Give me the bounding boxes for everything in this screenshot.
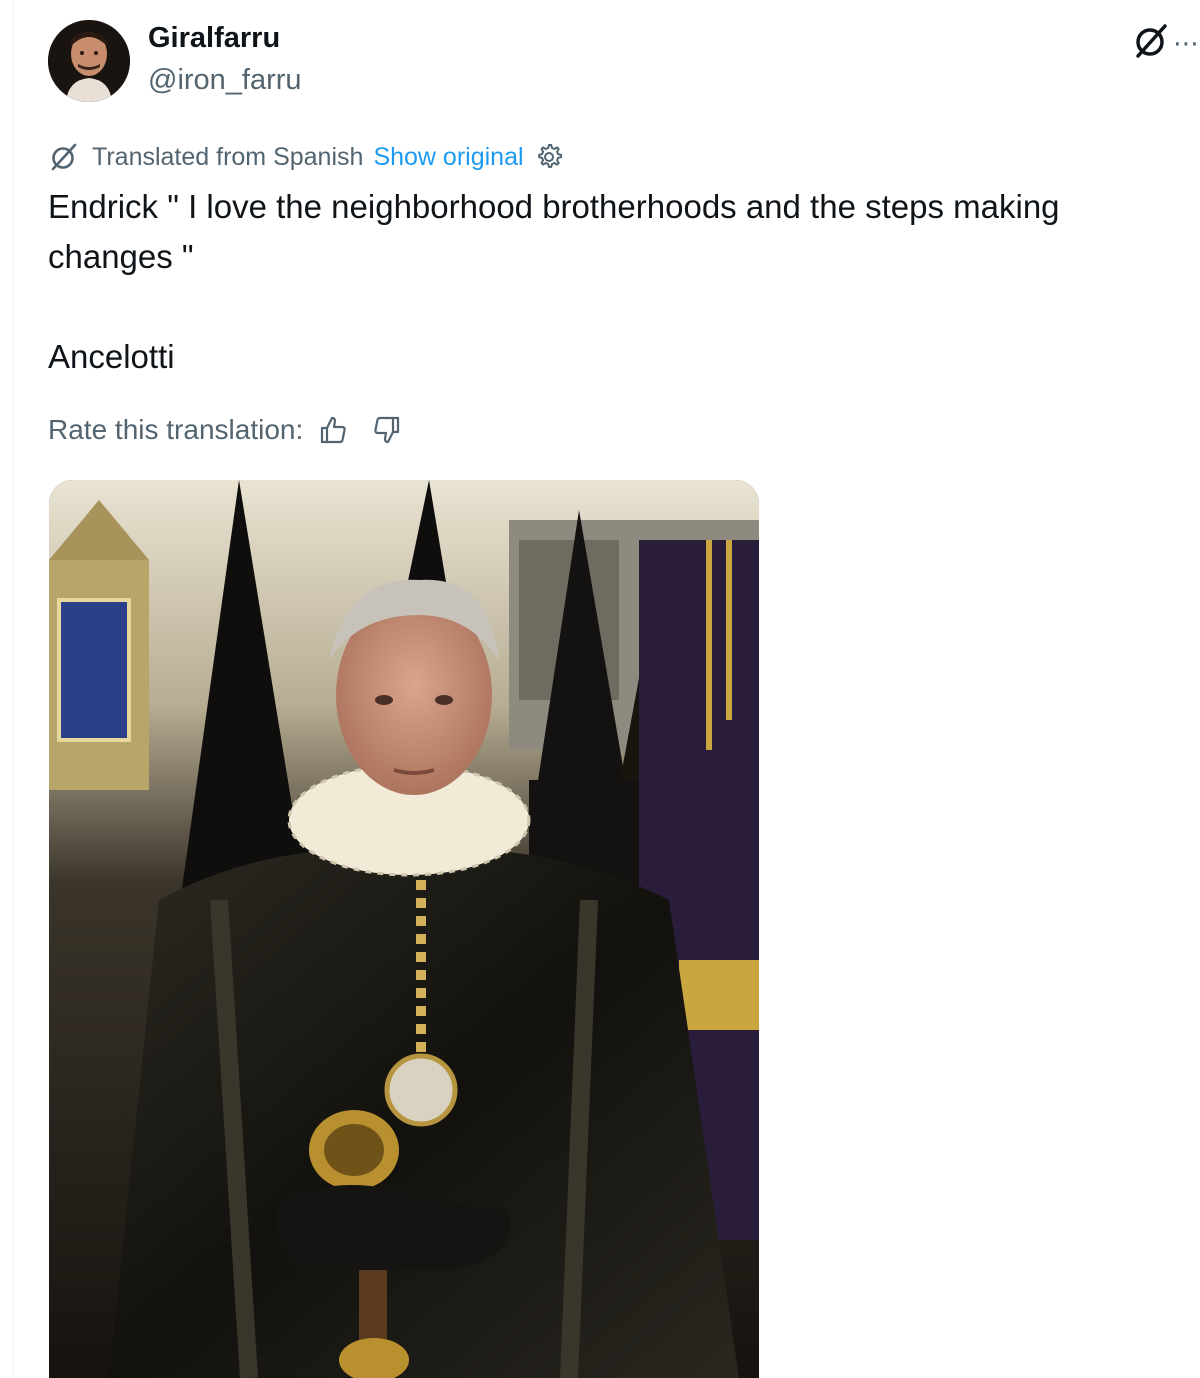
tweet[interactable]: Giralfarru @iron_farru ⋯ Translated from… — [48, 0, 1200, 1378]
show-original-link[interactable]: Show original — [373, 143, 523, 172]
post-line-attribution: Ancelotti — [48, 338, 175, 375]
timeline-border — [13, 0, 14, 1378]
thumbs-down-icon[interactable] — [371, 414, 403, 446]
rate-translation-label: Rate this translation: — [48, 414, 304, 445]
translate-icon — [51, 143, 77, 171]
post-line-quote: Endrick " I love the neighborhood brothe… — [48, 188, 1060, 275]
rate-translation: Rate this translation: — [48, 410, 403, 450]
avatar[interactable] — [48, 20, 130, 102]
post-image[interactable] — [49, 480, 759, 1378]
grok-icon[interactable] — [1132, 22, 1170, 60]
gear-icon[interactable] — [534, 142, 564, 172]
more-icon[interactable]: ⋯ — [1173, 28, 1200, 59]
thumbs-up-icon[interactable] — [317, 414, 349, 446]
post-text: Endrick " I love the neighborhood brothe… — [48, 182, 1168, 382]
translation-notice: Translated from Spanish Show original — [48, 140, 564, 174]
author-display-name[interactable]: Giralfarru — [148, 22, 280, 55]
author-handle[interactable]: @iron_farru — [148, 64, 302, 97]
translated-from-label: Translated from Spanish — [92, 142, 364, 171]
